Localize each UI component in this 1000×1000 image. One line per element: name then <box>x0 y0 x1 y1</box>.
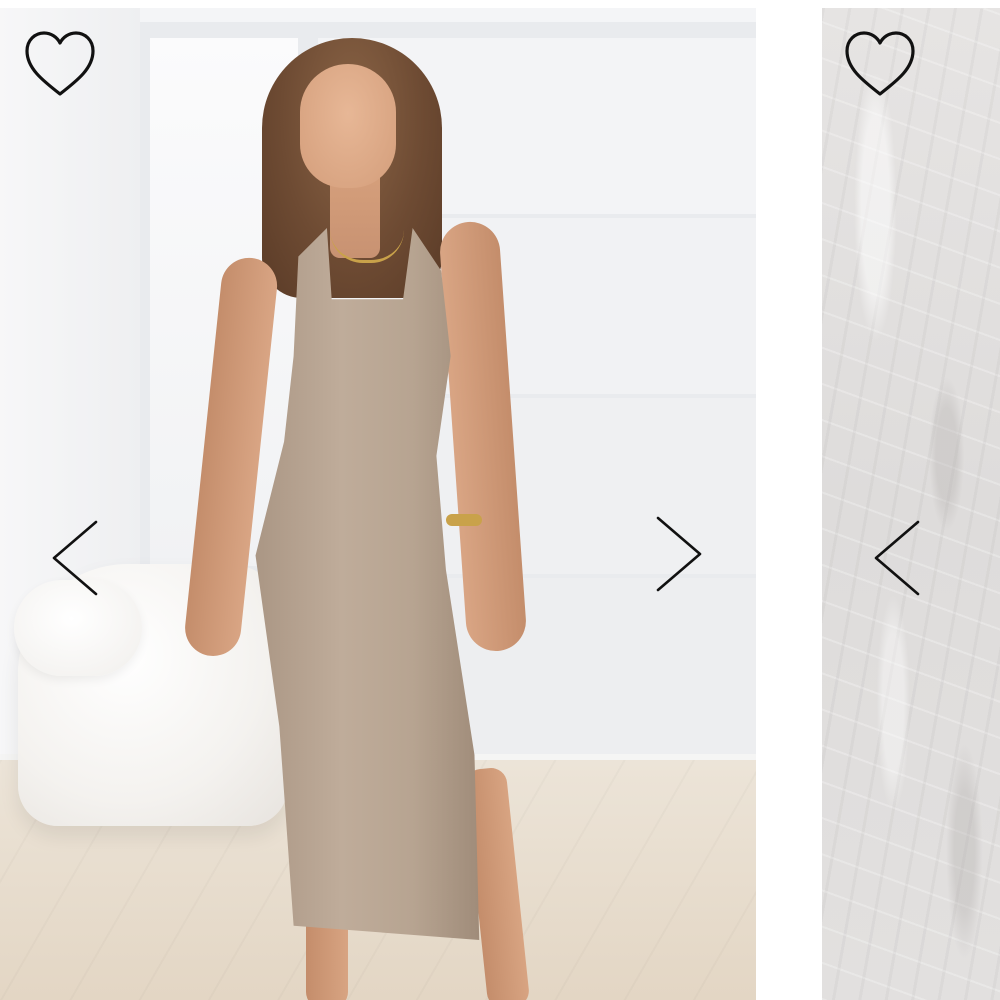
next-image-button[interactable] <box>652 514 708 594</box>
product-gallery <box>0 0 1000 1000</box>
add-to-wishlist-button[interactable] <box>22 28 98 102</box>
chevron-left-icon <box>874 520 920 596</box>
model-face <box>300 64 396 188</box>
chevron-left-icon <box>52 520 98 596</box>
product-photo <box>0 8 756 1000</box>
fabric-texture-photo <box>822 8 1000 1000</box>
previous-image-button-2[interactable] <box>868 518 924 598</box>
product-detail-image-card[interactable] <box>822 8 1000 1000</box>
product-image-card[interactable] <box>0 8 756 1000</box>
heart-outline-icon <box>845 31 915 96</box>
heart-outline-icon <box>25 31 95 96</box>
add-to-wishlist-button-2[interactable] <box>842 28 918 102</box>
chevron-right-icon <box>656 516 702 592</box>
bracelet <box>446 514 482 526</box>
previous-image-button[interactable] <box>46 518 102 598</box>
